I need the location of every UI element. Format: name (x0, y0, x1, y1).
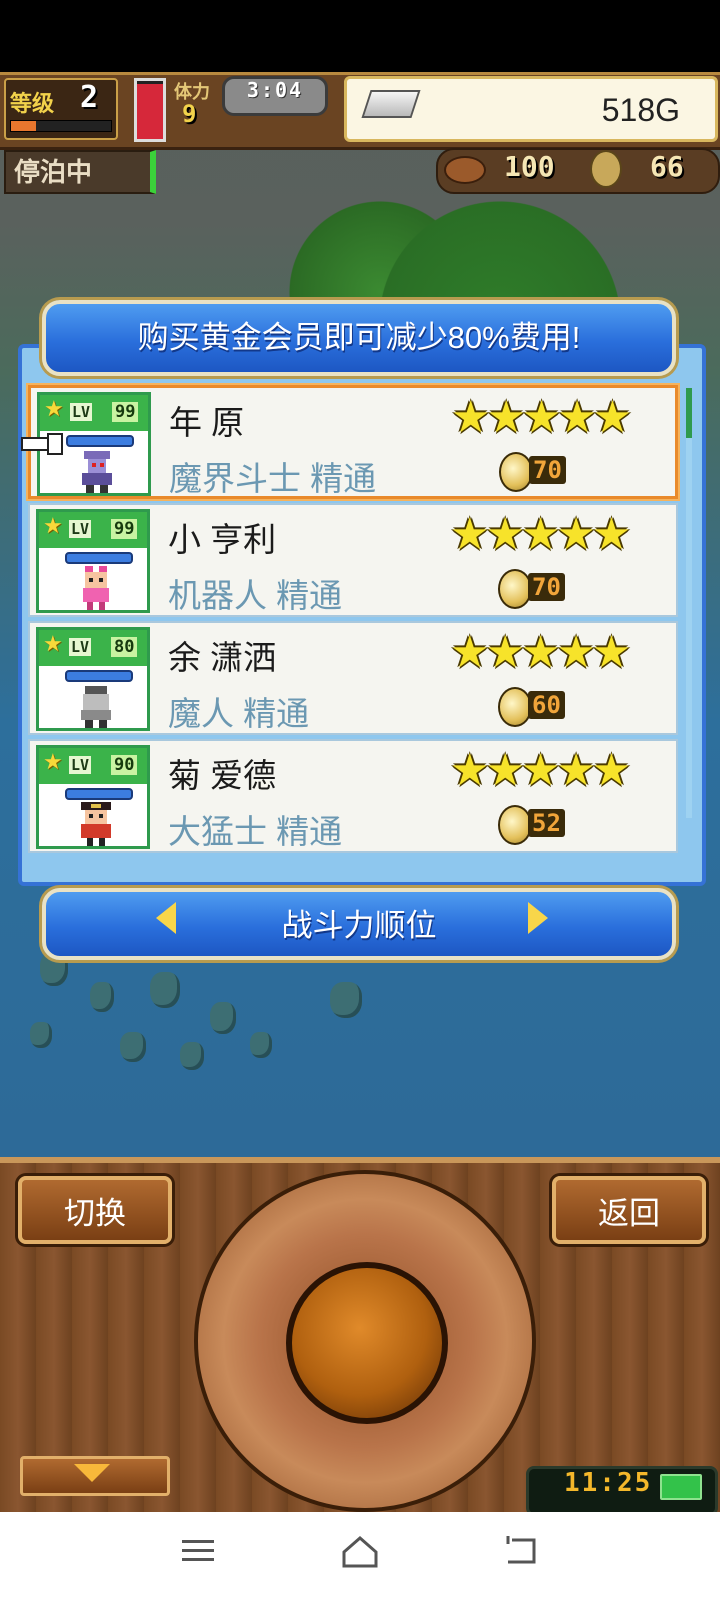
pointing-hand-icon (21, 433, 63, 455)
home-icon[interactable] (340, 1534, 380, 1570)
candidate-cost: 70 (529, 456, 566, 484)
candidate-name: 菊 爱德 (168, 757, 277, 794)
armored-demon-sprite (81, 686, 111, 728)
menu-icon[interactable] (182, 1538, 214, 1564)
battery-icon (660, 1474, 702, 1500)
level-value: 2 (80, 80, 99, 115)
arrow-right-icon[interactable] (528, 902, 548, 934)
level-tag: ★ LV 80 (39, 630, 147, 666)
star-icon: ★ (43, 514, 63, 539)
map-rock (30, 1022, 52, 1048)
candidate-cost: 52 (528, 809, 565, 837)
lv-label: LV (69, 756, 92, 774)
candidate-cost: 70 (528, 573, 565, 601)
rating-stars: ★★★★★ (450, 627, 631, 678)
game-time: 3:04 (246, 78, 304, 102)
candidate-cost: 60 (528, 691, 565, 719)
candidate-job: 魔人 精通 (168, 695, 310, 732)
stamina-value: 9 (182, 100, 197, 128)
map-rock (150, 972, 180, 1008)
map-rock (120, 1032, 146, 1062)
level-tag: ★ LV 99 (40, 395, 148, 431)
candidate-portrait: ★ LV 90 (36, 745, 150, 849)
silver-ingot-icon (361, 90, 421, 118)
lv-label: LV (69, 520, 92, 538)
candidate-row[interactable]: ★ LV 80 余 潇洒 魔人 精通 ★★★★★ 60 (28, 621, 678, 735)
chevron-down-icon (74, 1464, 110, 1482)
candidate-level: 80 (111, 637, 138, 657)
map-rock (330, 982, 362, 1018)
level-label: 等级 (10, 92, 55, 117)
candidate-level: 99 (112, 402, 139, 422)
candidate-row[interactable]: ★ LV 90 菊 爱德 大猛士 精通 ★★★★★ 52 (28, 739, 678, 853)
exp-bar (65, 788, 133, 800)
dock-status-label: 停泊中 (14, 158, 93, 188)
candidate-level: 99 (111, 519, 138, 539)
map-rock (250, 1032, 272, 1058)
exp-bar (65, 552, 133, 564)
hp-gauge (134, 78, 166, 142)
candidate-level: 90 (111, 755, 138, 775)
device-clock: 11:25 (564, 1468, 653, 1498)
level-tag: ★ LV 90 (39, 748, 147, 784)
exp-bar (65, 670, 133, 682)
scrollbar-thumb[interactable] (686, 388, 692, 438)
pirate-captain-sprite (81, 802, 111, 846)
candidate-row[interactable]: ★ LV 99 年 原 魔界斗士 精通 ★★★★★ 70 (28, 385, 678, 499)
map-rock (90, 982, 114, 1012)
arrow-left-icon[interactable] (156, 902, 176, 934)
food-icon (444, 156, 486, 184)
candidate-row[interactable]: ★ LV 99 小 亨利 机器人 精通 ★★★★★ 70 (28, 503, 678, 617)
candidate-name: 年 原 (169, 404, 245, 441)
star-icon: ★ (43, 750, 63, 775)
robot-girl-sprite (83, 566, 109, 610)
food-value: 100 (504, 150, 555, 183)
candidate-job: 魔界斗士 精通 (169, 460, 377, 497)
back-button-label: 返回 (598, 1196, 660, 1231)
map-rock (180, 1042, 204, 1070)
demon-warrior-sprite (82, 451, 112, 493)
list-scrollbar[interactable] (686, 388, 692, 818)
coin-icon (498, 687, 532, 727)
candidate-name: 余 潇洒 (168, 639, 277, 676)
candidate-list: ★ LV 99 年 原 魔界斗士 精通 ★★★★★ 70 ★ LV 99 小 亨… (28, 385, 678, 871)
coin-icon (498, 805, 532, 845)
back-icon[interactable] (504, 1534, 538, 1568)
switch-button-label: 切换 (64, 1196, 126, 1231)
status-bar-blank (0, 0, 720, 72)
level-progress-fill (11, 121, 36, 131)
candidate-job: 机器人 精通 (168, 577, 343, 614)
star-icon: ★ (43, 632, 63, 657)
lv-label: LV (69, 638, 92, 656)
star-icon: ★ (44, 397, 64, 422)
gold-value: 518G (601, 92, 680, 128)
candidate-name: 小 亨利 (168, 521, 277, 558)
medal-coin-icon (590, 150, 622, 188)
candidate-job: 大猛士 精通 (168, 813, 343, 850)
candidate-portrait: ★ LV 80 (36, 627, 150, 731)
candidate-portrait: ★ LV 99 (36, 509, 150, 613)
lv-label: LV (70, 403, 93, 421)
rating-stars: ★★★★★ (450, 509, 631, 560)
exp-bar (66, 435, 134, 447)
hp-gauge-fill (137, 83, 163, 139)
dpad-center-button[interactable] (286, 1262, 448, 1424)
coin-icon (498, 569, 532, 609)
level-tag: ★ LV 99 (39, 512, 147, 548)
rating-stars: ★★★★★ (451, 392, 632, 443)
coin-icon (499, 452, 533, 492)
sort-label: 战斗力顺位 (281, 908, 437, 943)
medal-value: 66 (650, 150, 684, 183)
level-progress-bar (10, 120, 112, 132)
banner-text: 购买黄金会员即可减少80%费用! (137, 320, 581, 355)
map-rock (210, 1002, 236, 1034)
rating-stars: ★★★★★ (450, 745, 631, 796)
